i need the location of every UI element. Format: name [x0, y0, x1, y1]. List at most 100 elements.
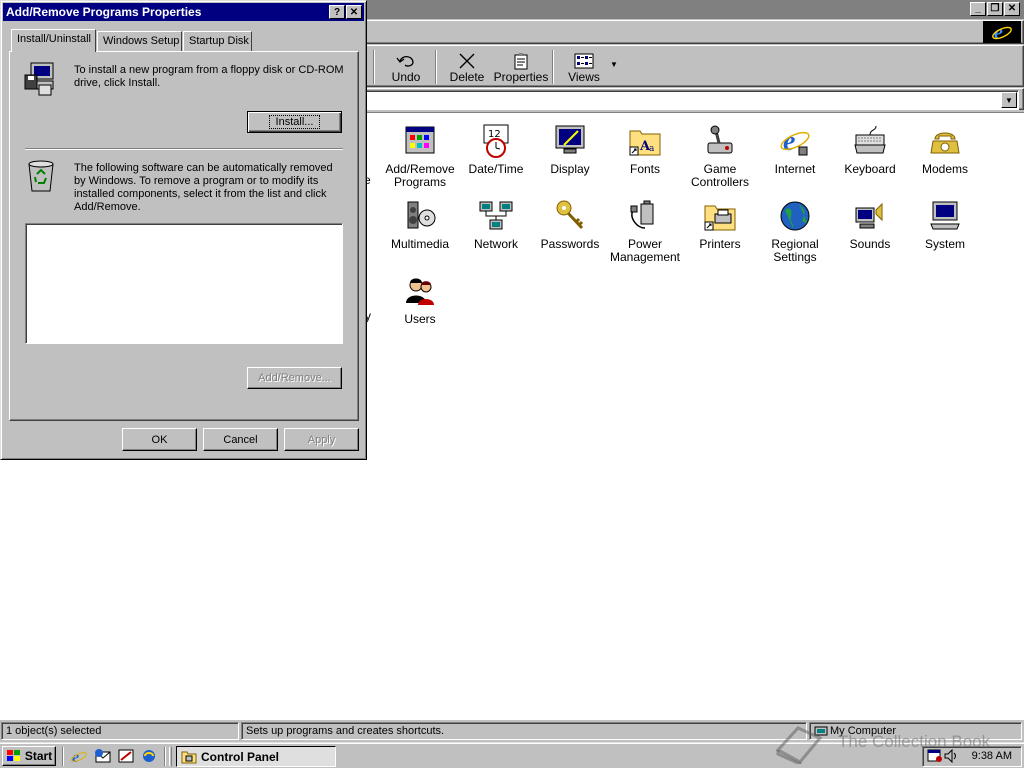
dialog-title-bar[interactable]: Add/Remove Programs Properties ? ✕	[3, 3, 364, 21]
tab-windows-setup[interactable]: Windows Setup	[97, 31, 182, 51]
undo-icon	[396, 55, 414, 67]
address-dropdown-button[interactable]: ▼	[1001, 92, 1017, 108]
regional-settings-icon	[780, 201, 810, 231]
cp-item-add-remove-programs[interactable]: Add/Remove Programs	[380, 123, 460, 189]
cp-item-label: System	[924, 237, 965, 251]
help-button[interactable]: ?	[329, 5, 345, 19]
system-icon	[930, 201, 960, 230]
cp-item-label: Multimedia	[390, 237, 450, 251]
section-divider	[25, 148, 343, 150]
toolbar-separator	[552, 50, 554, 84]
quick-launch-ie-icon[interactable]: e	[70, 748, 88, 764]
start-button[interactable]: Start	[2, 746, 56, 766]
recycle-bin-icon	[28, 160, 54, 192]
dialog-title: Add/Remove Programs Properties	[6, 5, 202, 19]
add-remove-programs-icon	[405, 126, 435, 154]
views-icon	[574, 53, 594, 69]
tab-install-uninstall[interactable]: Install/Uninstall	[11, 29, 96, 52]
properties-button[interactable]: Properties	[493, 49, 549, 87]
ok-button[interactable]: OK	[122, 428, 197, 451]
delete-button[interactable]: Delete	[446, 49, 488, 87]
tray-volume-icon[interactable]	[943, 749, 959, 763]
cp-item-label: Display	[550, 162, 590, 176]
taskbar-button-control-panel[interactable]: Control Panel	[176, 746, 336, 767]
install-instructions: To install a new program from a floppy d…	[74, 64, 344, 89]
installed-software-list[interactable]	[25, 223, 343, 344]
keyboard-icon	[854, 125, 886, 154]
date-time-icon: 12	[483, 124, 509, 158]
cp-item-date-time[interactable]: 12 Date/Time	[456, 123, 536, 176]
cp-item-game-controllers[interactable]: Game Controllers	[680, 123, 760, 189]
delete-icon	[459, 53, 475, 69]
taskbar-separator	[62, 747, 64, 766]
windows-logo-icon	[6, 750, 20, 761]
close-button[interactable]: ✕	[1004, 2, 1020, 16]
cp-item-display[interactable]: Display	[530, 123, 610, 176]
remove-instructions: The following software can be automatica…	[74, 162, 333, 213]
views-button[interactable]: Views	[562, 49, 606, 87]
install-button-label: Install...	[268, 115, 321, 129]
views-dropdown-arrow-icon[interactable]: ▼	[610, 60, 618, 69]
cp-item-users[interactable]: Users	[380, 273, 460, 326]
my-computer-icon	[814, 726, 828, 736]
cp-item-printers[interactable]: Printers	[680, 198, 760, 251]
cp-item-label: Regional Settings	[771, 237, 819, 264]
views-label: Views	[568, 70, 600, 84]
restore-button[interactable]: ❐	[987, 2, 1003, 16]
power-management-icon	[630, 200, 654, 229]
cp-item-system[interactable]: System	[905, 198, 985, 251]
clock[interactable]: 9:38 AM	[972, 750, 1012, 762]
svg-text:a: a	[649, 144, 655, 154]
display-icon	[555, 125, 585, 154]
cp-item-label: Printers	[699, 237, 741, 251]
toolbar-separator	[435, 50, 437, 84]
delete-label: Delete	[449, 70, 485, 84]
properties-label: Properties	[493, 70, 549, 84]
cp-item-label: Keyboard	[844, 162, 896, 176]
cp-item-label: Fonts	[629, 162, 660, 176]
taskbar-grip[interactable]	[169, 747, 172, 766]
dialog-close-button[interactable]: ✕	[346, 5, 362, 19]
address-input[interactable]: ▼	[361, 90, 1019, 110]
cp-item-modems[interactable]: Modems	[905, 123, 985, 176]
status-zone-label: My Computer	[830, 725, 897, 737]
game-controllers-icon	[707, 125, 733, 154]
tab-startup-disk[interactable]: Startup Disk	[183, 31, 252, 51]
cp-item-power-management[interactable]: Power Management	[605, 198, 685, 264]
cp-item-internet[interactable]: e Internet	[755, 123, 835, 176]
cp-item-multimedia[interactable]: Multimedia	[380, 198, 460, 251]
minimize-button[interactable]: _	[970, 2, 986, 16]
system-tray: 9:38 AM	[922, 746, 1022, 767]
install-computer-icon	[24, 62, 54, 96]
cancel-button[interactable]: Cancel	[203, 428, 278, 451]
sounds-icon	[855, 202, 883, 229]
svg-text:e: e	[783, 126, 795, 157]
cp-item-fonts[interactable]: A a Fonts	[605, 123, 685, 176]
passwords-icon	[556, 200, 584, 230]
cp-item-keyboard[interactable]: Keyboard	[830, 123, 910, 176]
undo-button[interactable]: Undo	[385, 49, 427, 87]
quick-launch-channels-icon[interactable]	[140, 748, 158, 764]
cp-item-sounds[interactable]: Sounds	[830, 198, 910, 251]
network-icon	[479, 201, 513, 230]
install-button[interactable]: Install...	[247, 111, 342, 133]
tray-scheduler-icon[interactable]	[927, 749, 943, 763]
cp-item-regional-settings[interactable]: Regional Settings	[755, 198, 835, 264]
cp-item-label: Game Controllers	[690, 162, 750, 189]
cp-item-label: Users	[404, 312, 436, 326]
status-zone: My Computer	[809, 722, 1022, 740]
cp-item-label: Add/Remove Programs	[385, 162, 455, 189]
users-icon	[406, 278, 434, 305]
add-remove-button[interactable]: Add/Remove...	[247, 367, 342, 389]
cp-item-label: Internet	[774, 162, 816, 176]
printers-folder-icon	[704, 205, 736, 231]
status-selection: 1 object(s) selected	[1, 722, 239, 740]
cp-item-passwords[interactable]: Passwords	[530, 198, 610, 251]
quick-launch-desktop-icon[interactable]	[117, 748, 135, 764]
toolbar-separator	[373, 50, 375, 84]
cp-item-network[interactable]: Network	[456, 198, 536, 251]
ie-logo: e	[983, 21, 1021, 43]
cp-item-label: Date/Time	[468, 162, 524, 176]
apply-button[interactable]: Apply	[284, 428, 359, 451]
quick-launch-outlook-express-icon[interactable]	[94, 748, 112, 764]
